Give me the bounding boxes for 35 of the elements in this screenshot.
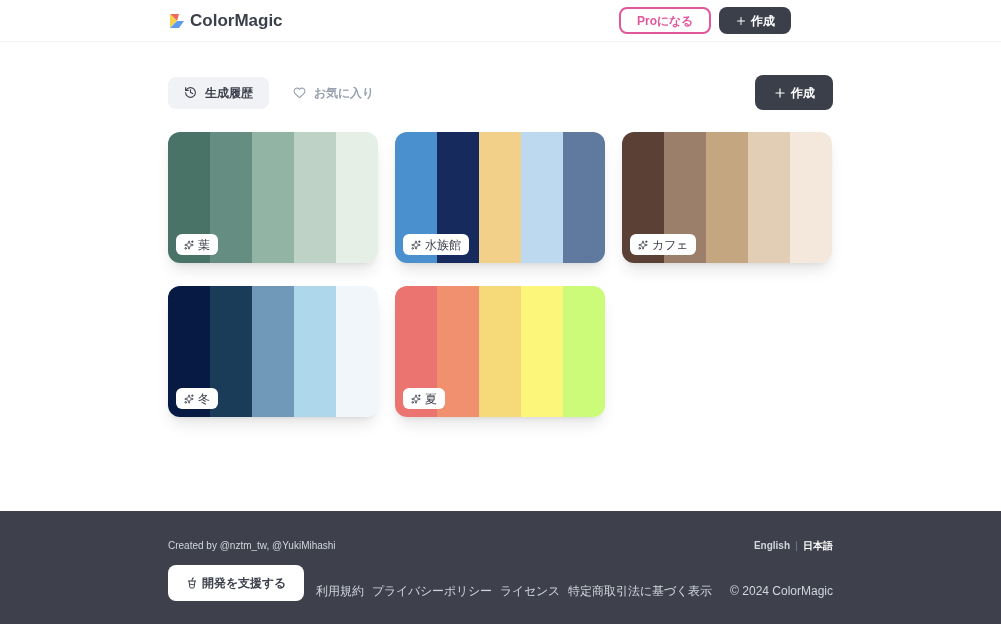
palette-card[interactable]: カフェ bbox=[622, 132, 832, 263]
support-button[interactable]: 開発を支援する bbox=[168, 565, 304, 601]
palette-name-badge: 葉 bbox=[176, 234, 218, 255]
palette-name-badge: 水族館 bbox=[403, 234, 469, 255]
create-button[interactable]: 作成 bbox=[719, 7, 791, 34]
plus-icon bbox=[735, 14, 747, 27]
palette-name-badge: 夏 bbox=[403, 388, 445, 409]
palette-name-badge: 冬 bbox=[176, 388, 218, 409]
pro-button[interactable]: Proになる bbox=[619, 7, 711, 34]
footer-link[interactable]: プライバシーポリシー bbox=[372, 582, 493, 600]
palette-name-badge: カフェ bbox=[630, 234, 696, 255]
language-link[interactable]: English bbox=[753, 538, 790, 553]
logo-icon bbox=[168, 11, 186, 30]
sparkle-icon bbox=[411, 239, 421, 250]
credit-text: Created by @nztm_tw, @YukiMihashi bbox=[168, 539, 336, 553]
palette-card[interactable]: 夏 bbox=[395, 286, 605, 417]
palette-card[interactable]: 冬 bbox=[168, 286, 378, 417]
logo-text[interactable]: ColorMagic bbox=[190, 7, 283, 34]
sparkle-icon bbox=[184, 239, 194, 250]
footer-link[interactable]: 特定商取引法に基づく表示 bbox=[568, 582, 713, 600]
plus-icon bbox=[773, 85, 787, 100]
cup-icon bbox=[186, 577, 198, 589]
footer-link[interactable]: 利用規約 bbox=[316, 582, 365, 600]
copyright-text: © 2024 ColorMagic bbox=[730, 583, 833, 600]
sparkle-icon bbox=[638, 239, 648, 250]
heart-icon bbox=[293, 86, 306, 99]
sparkle-icon bbox=[411, 393, 421, 404]
history-icon bbox=[184, 86, 197, 99]
palette-card[interactable]: 葉 bbox=[168, 132, 378, 263]
sparkle-icon bbox=[184, 393, 194, 404]
tab[interactable]: 生成履歴 bbox=[168, 76, 269, 109]
footer-link[interactable]: ライセンス bbox=[500, 582, 561, 600]
palette-card[interactable]: 水族館 bbox=[395, 132, 605, 263]
language-link[interactable]: 日本語 bbox=[803, 538, 833, 553]
create-button[interactable]: 作成 bbox=[755, 75, 833, 110]
